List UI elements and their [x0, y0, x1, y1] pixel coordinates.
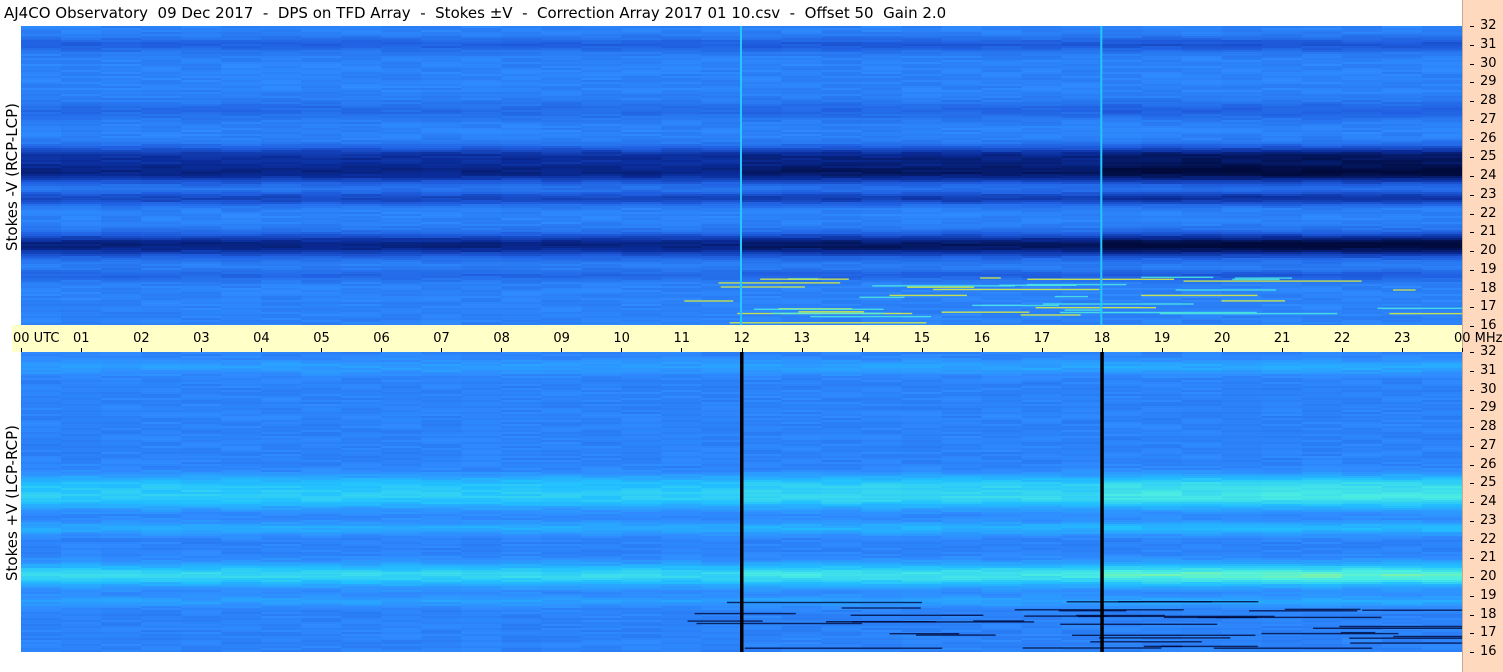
stokes-minus-v-plot	[21, 26, 1462, 326]
top-panel-ylabel: Stokes -V (RCP-LCP)	[3, 103, 21, 251]
stokes-minus-v-spectrogram	[21, 26, 1462, 326]
bottom-panel-ylabel: Stokes +V (LCP-RCP)	[3, 425, 21, 581]
chart-title: AJ4CO Observatory 09 Dec 2017 - DPS on T…	[4, 4, 947, 22]
